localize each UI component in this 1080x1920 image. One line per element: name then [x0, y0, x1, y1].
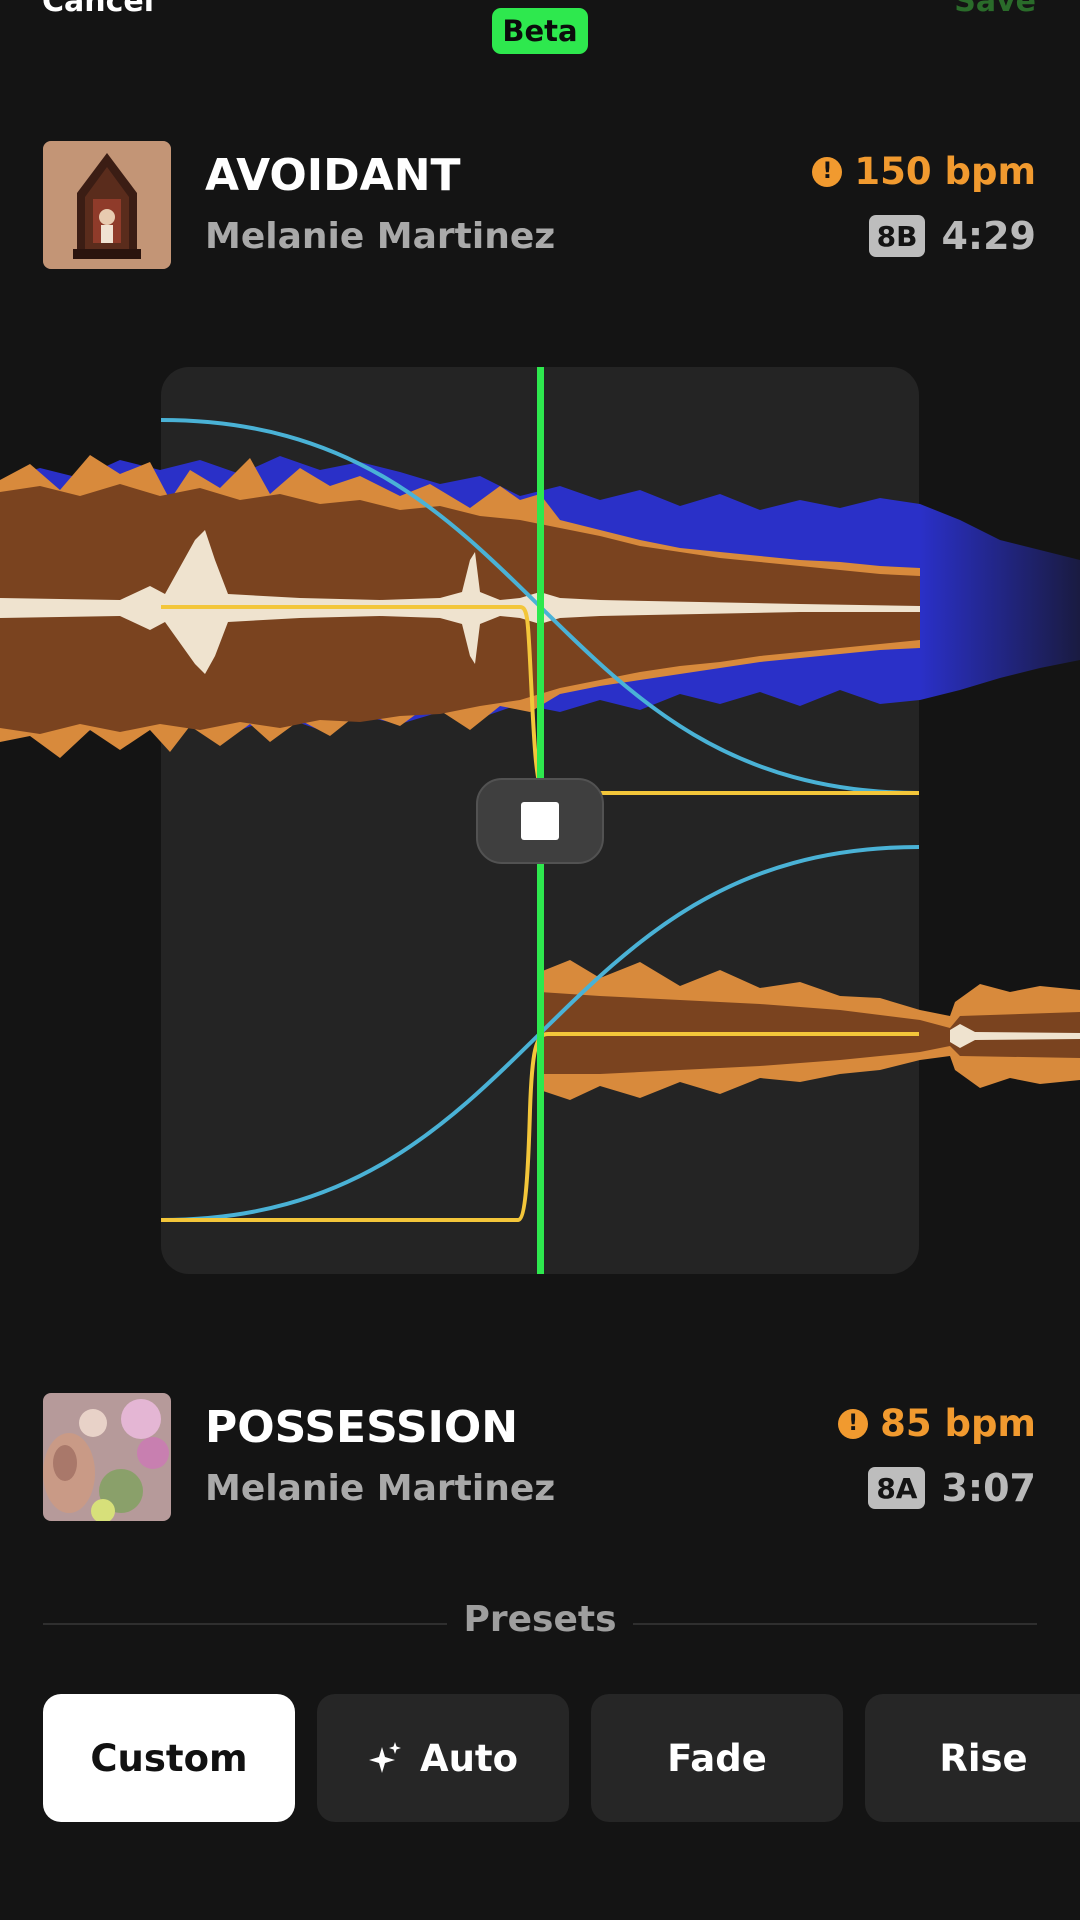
warning-icon: ! — [812, 156, 843, 187]
edge-fade — [920, 440, 1080, 770]
track-meta: 8B 4:29 — [868, 214, 1036, 258]
sparkle-icon — [368, 1742, 401, 1773]
preset-label: Fade — [667, 1736, 767, 1780]
preset-custom-button[interactable]: Custom — [43, 1694, 295, 1822]
track-artist: Melanie Martinez — [205, 216, 556, 257]
preset-label: Custom — [90, 1736, 248, 1780]
track-title: POSSESSION — [205, 1402, 519, 1453]
key-badge: 8B — [868, 215, 926, 257]
preset-rise-button[interactable]: Rise — [865, 1694, 1080, 1822]
track-duration: 3:07 — [941, 1466, 1036, 1510]
save-button[interactable]: Save — [954, 0, 1036, 19]
cancel-button[interactable]: Cancel — [42, 0, 154, 19]
preset-label: Rise — [939, 1736, 1028, 1780]
track-artist: Melanie Martinez — [205, 1468, 556, 1509]
stop-icon — [521, 802, 559, 840]
bpm-indicator[interactable]: ! 150 bpm — [812, 150, 1036, 193]
preset-label: Auto — [419, 1736, 519, 1780]
stop-button[interactable] — [476, 778, 604, 864]
track-meta: 8A 3:07 — [868, 1466, 1036, 1510]
bpm-indicator[interactable]: ! 85 bpm — [838, 1402, 1036, 1445]
bpm-value: 85 bpm — [880, 1402, 1036, 1445]
album-art-avoidant — [43, 141, 171, 269]
track-duration: 4:29 — [941, 214, 1036, 258]
presets-divider-right — [633, 1623, 1037, 1625]
presets-heading: Presets — [463, 1599, 617, 1640]
album-art-possession-image — [43, 1393, 171, 1521]
album-art-possession — [43, 1393, 171, 1521]
track-title: AVOIDANT — [205, 150, 461, 201]
key-badge: 8A — [868, 1467, 926, 1509]
album-art-avoidant-image — [43, 141, 171, 269]
warning-icon: ! — [838, 1408, 869, 1439]
preset-auto-button[interactable]: Auto — [317, 1694, 569, 1822]
preset-fade-button[interactable]: Fade — [591, 1694, 843, 1822]
presets-divider-left — [43, 1623, 447, 1625]
bpm-value: 150 bpm — [854, 150, 1036, 193]
beta-badge: Beta — [492, 8, 588, 54]
